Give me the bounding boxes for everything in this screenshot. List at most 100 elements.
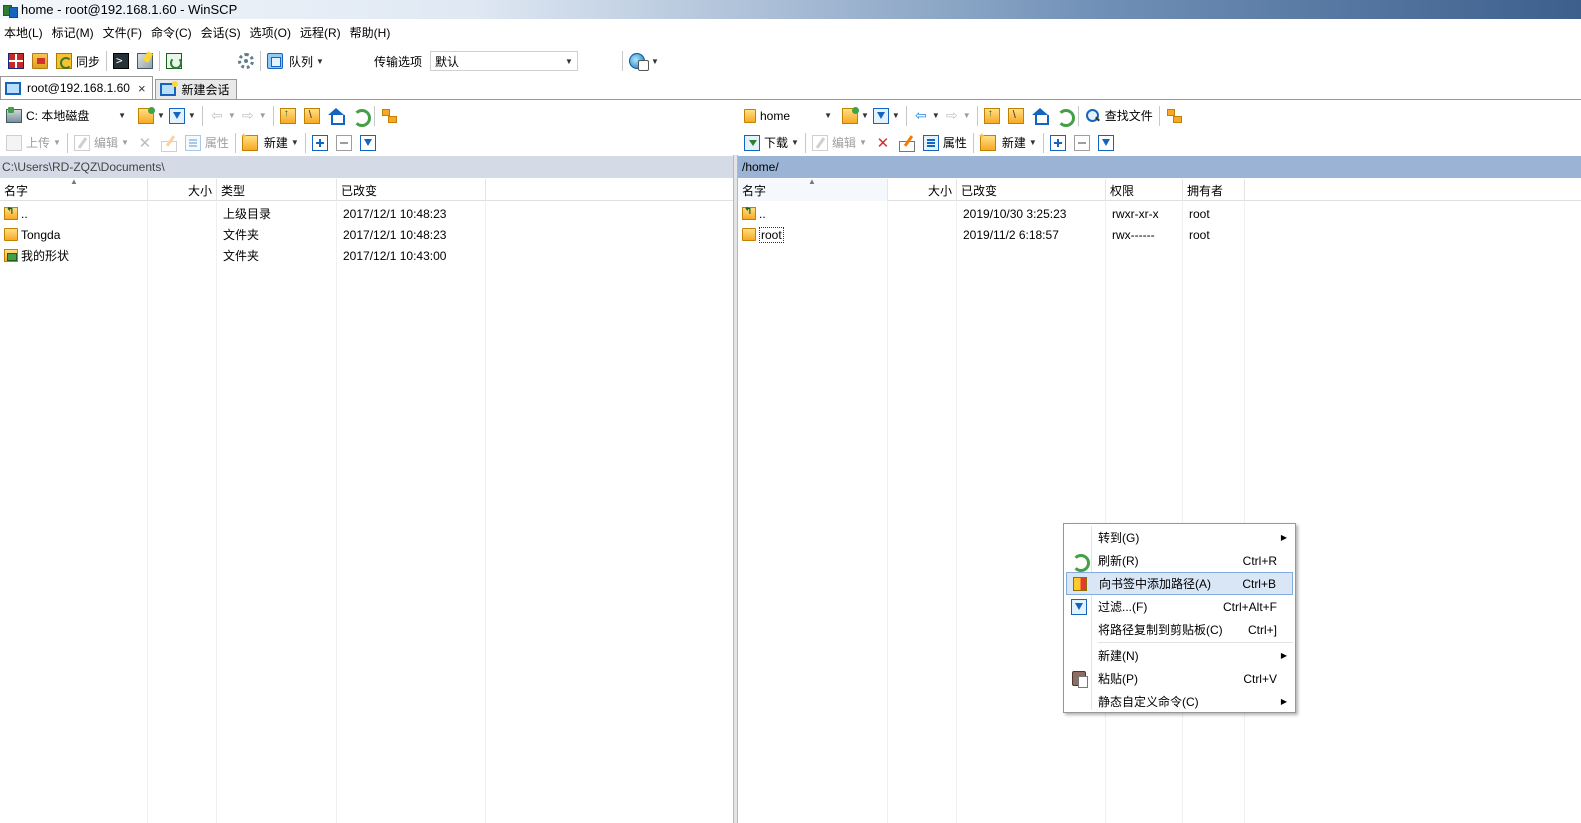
local-home-button[interactable] — [326, 105, 346, 127]
remote-path-bar[interactable]: /home/ — [738, 156, 1581, 178]
compare-directories-button[interactable] — [6, 50, 26, 72]
column-rights[interactable]: 权限 — [1106, 179, 1183, 201]
local-tree-button[interactable] — [379, 105, 399, 127]
local-new-button[interactable]: 新建▼ — [240, 131, 301, 154]
local-refresh-button[interactable] — [350, 105, 371, 127]
remote-filter-button[interactable]: ▼ — [871, 105, 902, 127]
file-row[interactable]: .. 上级目录 2017/12/1 10:48:23 — [0, 203, 733, 224]
remote-rename-button[interactable] — [897, 132, 917, 154]
menu-item-custom-commands[interactable]: 静态自定义命令(C) ▶ — [1066, 690, 1293, 713]
toolbar-separator — [66, 132, 68, 153]
local-root-dir-button[interactable] — [302, 105, 322, 127]
menu-help[interactable]: 帮助(H) — [346, 22, 396, 44]
file-name: .. — [21, 206, 28, 221]
file-name-cell: root — [738, 226, 888, 243]
toolbar-separator — [201, 105, 203, 126]
menu-item-add-bookmark[interactable]: 向书签中添加路径(A) Ctrl+B — [1066, 572, 1293, 595]
local-unselect-button[interactable] — [334, 132, 354, 154]
sort-up-icon: ▲ — [808, 177, 816, 186]
find-icon — [1085, 108, 1101, 124]
menu-item-filter[interactable]: 过滤...(F) Ctrl+Alt+F — [1066, 595, 1293, 618]
file-row[interactable]: 我的形状 文件夹 2017/12/1 10:43:00 — [0, 245, 733, 266]
menu-options[interactable]: 选项(O) — [246, 22, 296, 44]
local-path-bar[interactable]: C:\Users\RD-ZQZ\Documents\ — [0, 156, 733, 178]
local-select-button[interactable] — [310, 132, 330, 154]
file-row[interactable]: Tongda 文件夹 2017/12/1 10:48:23 — [0, 224, 733, 245]
local-back-button[interactable]: ⇦ ▼ — [207, 105, 238, 127]
remote-select-filter-button[interactable] — [1096, 132, 1116, 154]
sync-browsing-button[interactable] — [30, 50, 50, 72]
remote-tree-button[interactable] — [1164, 105, 1184, 127]
local-properties-button[interactable]: 属性 — [183, 132, 231, 154]
find-files-label: 查找文件 — [1104, 109, 1153, 123]
remote-new-button[interactable]: 新建▼ — [978, 131, 1039, 154]
download-button[interactable]: 下载 ▼ — [742, 132, 801, 154]
preferences-button[interactable] — [236, 50, 256, 72]
refresh-session-button[interactable] — [164, 50, 184, 72]
menu-remote[interactable]: 远程(R) — [296, 22, 346, 44]
local-edit-button[interactable]: 编辑 ▼ — [72, 132, 131, 154]
remote-forward-button[interactable]: ⇨ ▼ — [942, 105, 973, 127]
column-name[interactable]: 名字 ▲ — [738, 177, 888, 201]
column-size[interactable]: 大小 — [888, 179, 957, 201]
open-terminal-button[interactable] — [111, 50, 131, 72]
menu-item-copy-path[interactable]: 将路径复制到剪贴板(C) Ctrl+] — [1066, 618, 1293, 641]
column-name[interactable]: 名字 ▲ — [0, 177, 148, 201]
file-rights-cell: rwxr-xr-x — [1112, 206, 1159, 221]
menu-item-goto[interactable]: 转到(G) ▶ — [1066, 526, 1293, 549]
tab-new-session[interactable]: 新建会话 — [154, 79, 237, 99]
menu-commands[interactable]: 命令(C) — [147, 22, 197, 44]
toolbar-separator — [1158, 105, 1160, 126]
local-drive-select[interactable]: C: 本地磁盘 ▼ — [4, 106, 128, 126]
local-forward-button[interactable]: ⇨ ▼ — [238, 105, 269, 127]
synchronize-button[interactable]: 同步 — [54, 50, 102, 72]
menu-item-paste[interactable]: 粘贴(P) Ctrl+V — [1066, 667, 1293, 690]
upload-label: 上传 — [26, 136, 51, 150]
menu-item-label: 将路径复制到剪贴板(C) — [1098, 623, 1223, 637]
menu-item-new[interactable]: 新建(N) ▶ — [1066, 644, 1293, 667]
open-putty-button[interactable] — [135, 50, 155, 72]
column-owner[interactable]: 拥有者 — [1183, 179, 1245, 201]
transfer-settings-select[interactable]: 默认 ▼ — [429, 51, 578, 71]
remote-refresh-button[interactable] — [1054, 105, 1075, 127]
column-type[interactable]: 类型 — [217, 179, 337, 201]
remote-home-button[interactable] — [1030, 105, 1050, 127]
site-manager-button[interactable]: ▼ — [627, 50, 661, 72]
remote-properties-button[interactable]: 属性 — [921, 132, 969, 154]
local-rename-button[interactable] — [159, 132, 179, 154]
properties-label: 属性 — [942, 136, 967, 150]
menu-local[interactable]: 本地(L) — [0, 22, 48, 44]
local-delete-button[interactable]: ✕ — [135, 132, 155, 154]
local-open-folder-button[interactable]: ▼ — [136, 105, 167, 127]
find-files-button[interactable]: 查找文件 — [1083, 105, 1155, 127]
remote-select-button[interactable] — [1048, 132, 1068, 154]
file-row[interactable]: root 2019/11/2 6:18:57 rwx------ root — [738, 224, 1581, 245]
file-row[interactable]: .. 2019/10/30 3:25:23 rwxr-xr-x root — [738, 203, 1581, 224]
remote-dir-select[interactable]: home ▼ — [742, 106, 834, 126]
local-parent-dir-button[interactable] — [278, 105, 298, 127]
tab-session-root[interactable]: root@192.168.1.60 × — [0, 76, 153, 99]
menu-files[interactable]: 文件(F) — [99, 22, 147, 44]
upload-button[interactable]: 上传 ▼ — [4, 132, 63, 154]
queue-button[interactable]: 队列 ▼ — [265, 50, 326, 72]
column-changed[interactable]: 已改变 — [337, 179, 486, 201]
remote-open-folder-button[interactable]: ▼ — [840, 105, 871, 127]
remote-edit-button[interactable]: 编辑 ▼ — [810, 132, 869, 154]
sync-folders-icon — [32, 53, 48, 69]
remote-back-button[interactable]: ⇦ ▼ — [911, 105, 942, 127]
toolbar-separator — [272, 105, 274, 126]
local-filter-button[interactable]: ▼ — [167, 105, 198, 127]
menu-item-refresh[interactable]: 刷新(R) Ctrl+R — [1066, 549, 1293, 572]
remote-unselect-button[interactable] — [1072, 132, 1092, 154]
menu-mark[interactable]: 标记(M) — [48, 22, 99, 44]
column-size[interactable]: 大小 — [148, 179, 217, 201]
tree-icon — [381, 108, 397, 124]
remote-root-dir-button[interactable] — [1006, 105, 1026, 127]
menu-session[interactable]: 会话(S) — [197, 22, 246, 44]
remote-delete-button[interactable]: ✕ — [873, 132, 893, 154]
close-icon[interactable]: × — [138, 81, 146, 96]
remote-file-toolbar: 下载▼ 编辑▼ ✕ 属性 新建▼ — [738, 129, 1581, 156]
remote-parent-dir-button[interactable] — [982, 105, 1002, 127]
column-changed[interactable]: 已改变 — [957, 179, 1106, 201]
local-select-filter-button[interactable] — [358, 132, 378, 154]
